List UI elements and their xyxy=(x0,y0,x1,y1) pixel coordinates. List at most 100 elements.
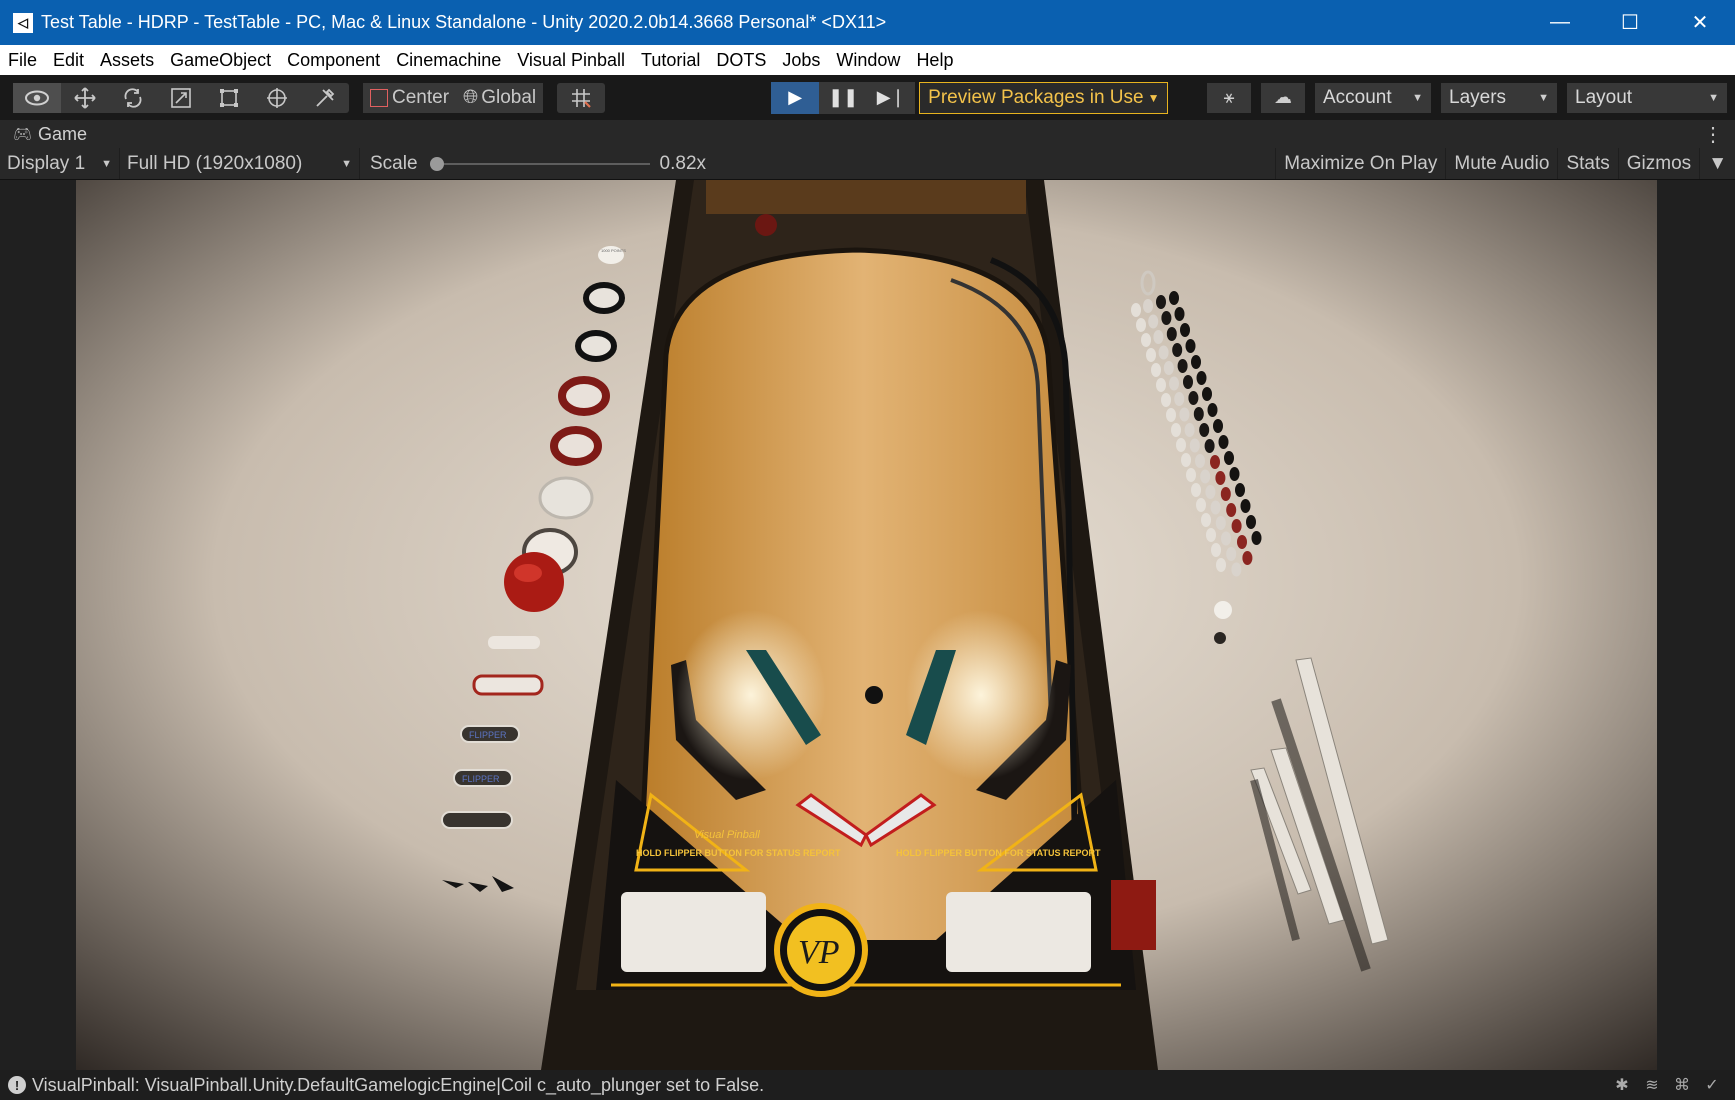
pivot-global-toggle[interactable]: 🌐︎ Global xyxy=(456,82,544,113)
layers-label: Layers xyxy=(1449,86,1507,108)
post-pin xyxy=(1148,314,1159,329)
scale-slider-handle[interactable] xyxy=(429,156,444,171)
scale-value: 0.82x xyxy=(659,152,707,174)
post-pin xyxy=(1204,439,1215,453)
view-tool-icon[interactable] xyxy=(13,82,61,113)
rect-tool-icon[interactable] xyxy=(205,83,253,113)
scale-tool-icon[interactable] xyxy=(157,83,205,113)
menu-component[interactable]: Component xyxy=(279,50,388,71)
account-dropdown[interactable]: Account ▼ xyxy=(1315,82,1431,113)
menu-dots[interactable]: DOTS xyxy=(708,50,774,71)
tab-game[interactable]: 🎮︎ Game xyxy=(0,124,87,145)
menu-gameobject[interactable]: GameObject xyxy=(162,50,279,71)
step-icon[interactable]: ▶❘ xyxy=(867,81,916,114)
post-pin xyxy=(1231,519,1242,533)
scale-control: Scale 0.82x xyxy=(360,153,706,175)
close-button[interactable]: ✕ xyxy=(1665,0,1735,45)
maximize-on-play-toggle[interactable]: Maximize On Play xyxy=(1275,148,1445,179)
chevron-down-icon: ▼ xyxy=(341,157,352,170)
rotate-tool-icon[interactable] xyxy=(109,83,157,113)
chevron-down-icon: ▼ xyxy=(1538,91,1549,104)
display-dropdown[interactable]: Display 1 ▼ xyxy=(0,148,120,179)
grid-snap-icon[interactable] xyxy=(557,83,605,113)
layout-label: Layout xyxy=(1575,86,1633,108)
menu-visual-pinball[interactable]: Visual Pinball xyxy=(509,50,633,71)
post-pin xyxy=(1169,376,1179,391)
window-titlebar: ◁ Test Table - HDRP - TestTable - PC, Ma… xyxy=(0,0,1735,45)
game-view-toolbar: Display 1 ▼ Full HD (1920x1080) ▼ Scale … xyxy=(0,148,1735,180)
menu-edit[interactable]: Edit xyxy=(45,50,92,71)
play-icon[interactable]: ▶ xyxy=(771,81,820,114)
gizmos-dropdown-icon[interactable]: ▼ xyxy=(1699,148,1735,179)
play-controls: ▶ ❚❚ ▶❘ xyxy=(771,81,916,114)
mute-audio-toggle[interactable]: Mute Audio xyxy=(1445,148,1557,179)
post-pin xyxy=(1220,487,1231,501)
maximize-button[interactable]: ☐ xyxy=(1595,0,1665,45)
post-pin xyxy=(1156,378,1166,392)
post-pin xyxy=(1199,423,1210,437)
pivot-global-label: Global xyxy=(481,86,537,108)
layers-dropdown[interactable]: Layers ▼ xyxy=(1441,82,1557,113)
post-pin xyxy=(1161,393,1171,407)
unity-logo-icon: ◁ xyxy=(13,12,33,33)
move-tool-icon[interactable] xyxy=(61,83,109,113)
post-pin xyxy=(1210,500,1221,515)
custom-tools-icon[interactable] xyxy=(301,83,349,113)
debug-icon[interactable]: ✱ xyxy=(1607,1075,1637,1095)
pivot-center-toggle[interactable]: Center xyxy=(363,82,457,113)
network-icon[interactable]: ⌘ xyxy=(1667,1075,1697,1095)
check-circle-icon[interactable]: ✓ xyxy=(1697,1075,1727,1095)
menu-help[interactable]: Help xyxy=(908,50,961,71)
scale-slider[interactable] xyxy=(429,156,650,171)
chevron-down-icon: ▼ xyxy=(1412,91,1423,104)
apron-card-right xyxy=(946,892,1091,972)
post-pin xyxy=(1184,423,1195,437)
kebab-menu-icon[interactable]: ⋮ xyxy=(1703,120,1723,148)
post-pin xyxy=(1191,355,1201,369)
post-pin xyxy=(1180,323,1190,337)
tab-game-label: Game xyxy=(38,123,88,144)
pivot-tools: Center 🌐︎ Global xyxy=(363,82,544,113)
post-pin xyxy=(1181,453,1191,467)
post-pin xyxy=(1207,403,1218,417)
preview-packages-button[interactable]: Preview Packages in Use ▼ xyxy=(919,81,1169,114)
post-pin xyxy=(1213,419,1223,433)
stats-toggle[interactable]: Stats xyxy=(1557,148,1617,179)
post-pin xyxy=(1202,387,1212,401)
gizmos-toggle[interactable]: Gizmos xyxy=(1617,148,1699,179)
bake-icon[interactable]: ≋ xyxy=(1637,1075,1667,1095)
transform-tool-icon[interactable] xyxy=(253,83,301,113)
game-viewport[interactable]: Visual Pinball HOLD FLIPPER BUTTON FOR S… xyxy=(76,180,1657,1070)
post-pin xyxy=(1251,531,1262,545)
post-pin xyxy=(1193,407,1204,421)
menu-window[interactable]: Window xyxy=(828,50,908,71)
post-pin xyxy=(1131,303,1141,317)
menu-cinemachine[interactable]: Cinemachine xyxy=(388,50,509,71)
post-pin xyxy=(1143,299,1153,313)
menu-assets[interactable]: Assets xyxy=(92,50,162,71)
vp-logo-text: VP xyxy=(798,934,840,971)
menu-jobs[interactable]: Jobs xyxy=(774,50,828,71)
menu-tutorial[interactable]: Tutorial xyxy=(633,50,708,71)
cloud-icon[interactable]: ☁ xyxy=(1261,82,1305,113)
apron-text-left: HOLD FLIPPER BUTTON FOR STATUS REPORT xyxy=(636,848,841,858)
warning-icon: ! xyxy=(8,1076,26,1094)
post-pin xyxy=(1161,311,1172,325)
post-pin xyxy=(1136,318,1146,332)
post-pin xyxy=(1215,471,1226,485)
post-pin xyxy=(1246,515,1256,529)
status-message[interactable]: VisualPinball: VisualPinball.Unity.Defau… xyxy=(32,1075,764,1096)
minimize-button[interactable]: — xyxy=(1525,0,1595,45)
post-pin xyxy=(1226,547,1237,561)
resolution-dropdown[interactable]: Full HD (1920x1080) ▼ xyxy=(120,148,360,179)
post-pin xyxy=(1176,438,1186,452)
gamepad-icon: 🎮︎ xyxy=(13,126,33,143)
layout-dropdown[interactable]: Layout ▼ xyxy=(1567,82,1727,113)
game-tab-bar: 🎮︎ Game ⋮ xyxy=(0,120,1735,148)
status-bar: ! VisualPinball: VisualPinball.Unity.Def… xyxy=(0,1070,1735,1100)
pause-icon[interactable]: ❚❚ xyxy=(819,81,868,114)
collab-icon[interactable]: ⚹ xyxy=(1207,82,1251,113)
menu-file[interactable]: File xyxy=(0,50,45,71)
account-label: Account xyxy=(1323,86,1392,108)
post-pin xyxy=(1226,503,1237,517)
